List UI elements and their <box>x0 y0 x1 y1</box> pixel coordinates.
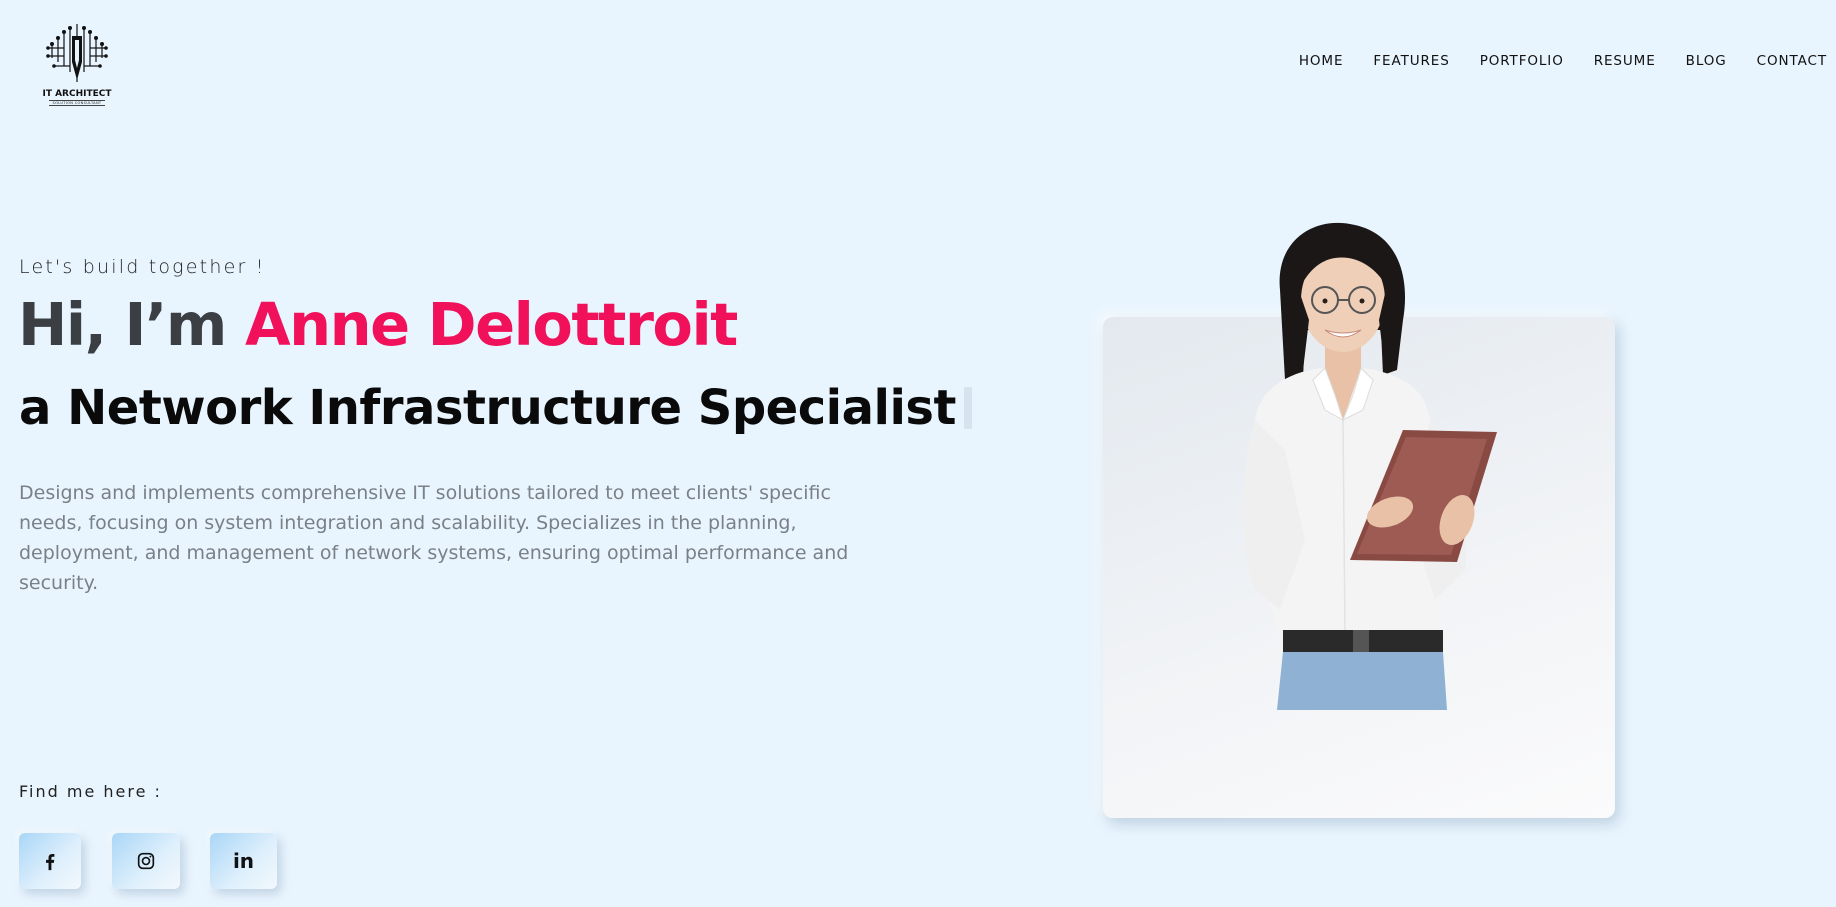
typing-cursor <box>963 387 972 429</box>
hero-description: Designs and implements comprehensive IT … <box>19 482 849 594</box>
page: IT ARCHITECT SOLUTION CONSULTANT HOME FE… <box>0 0 1836 907</box>
facebook-icon <box>46 853 55 871</box>
site-logo[interactable]: IT ARCHITECT SOLUTION CONSULTANT <box>38 22 116 108</box>
linkedin-button[interactable]: in <box>210 833 277 889</box>
instagram-icon <box>137 852 155 870</box>
hero-tagline: Let's build together ! <box>19 256 266 278</box>
nav-features[interactable]: FEATURES <box>1373 53 1449 69</box>
logo-title: IT ARCHITECT <box>42 89 112 99</box>
hero-role-text: a Network Infrastructure Specialist <box>19 380 956 436</box>
hero-greeting: Hi, I’m <box>18 290 245 359</box>
nav-home[interactable]: HOME <box>1299 53 1344 69</box>
logo-subtitle: SOLUTION CONSULTANT <box>48 100 106 106</box>
hero-role: a Network Infrastructure Specialist <box>19 380 972 436</box>
hero-title: Hi, I’m Anne Delottroit <box>18 290 738 359</box>
hero-name: Anne Delottroit <box>244 290 738 359</box>
nav-blog[interactable]: BLOG <box>1686 53 1727 69</box>
facebook-button[interactable] <box>19 833 81 889</box>
nav-contact[interactable]: CONTACT <box>1757 53 1827 69</box>
linkedin-icon: in <box>232 849 255 873</box>
nav-resume[interactable]: RESUME <box>1594 53 1656 69</box>
social-label: Find me here : <box>19 782 162 801</box>
instagram-button[interactable] <box>112 833 180 889</box>
circuit-pen-logo-icon <box>46 24 108 82</box>
main-nav: HOME FEATURES PORTFOLIO RESUME BLOG CONT… <box>1299 53 1827 69</box>
nav-portfolio[interactable]: PORTFOLIO <box>1480 53 1564 69</box>
portrait-photo <box>1242 222 1497 710</box>
